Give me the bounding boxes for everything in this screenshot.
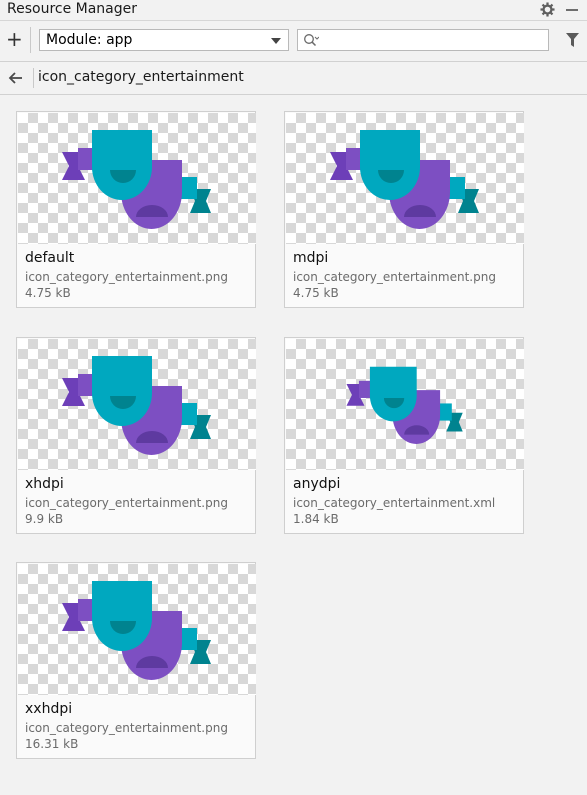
resource-preview [18, 113, 256, 244]
density-label: default [25, 250, 75, 266]
resource-card-default[interactable]: default icon_category_entertainment.png … [16, 111, 256, 308]
resource-card-mdpi[interactable]: mdpi icon_category_entertainment.png 4.7… [284, 111, 524, 308]
resource-title: icon_category_entertainment [38, 69, 244, 85]
theater-masks-icon [62, 356, 211, 455]
theater-masks-icon [62, 581, 211, 680]
resource-preview [18, 564, 256, 695]
file-name: icon_category_entertainment.png [25, 721, 228, 735]
density-label: xxhdpi [25, 701, 73, 717]
file-size: 9.9 kB [25, 512, 64, 526]
window-title: Resource Manager [7, 1, 138, 17]
theater-masks-icon [346, 366, 463, 444]
theater-masks-icon [330, 130, 479, 229]
resource-preview [286, 113, 524, 244]
file-size: 4.75 kB [293, 286, 339, 300]
search-box[interactable] [297, 29, 549, 51]
chevron-down-icon [271, 38, 281, 44]
file-size: 4.75 kB [25, 286, 71, 300]
density-label: xhdpi [25, 476, 64, 492]
file-name: icon_category_entertainment.xml [293, 496, 496, 510]
resource-preview [18, 339, 256, 470]
resource-preview [286, 339, 524, 470]
file-size: 16.31 kB [25, 737, 79, 751]
search-input[interactable] [322, 31, 542, 49]
title-bar: Resource Manager [0, 0, 587, 21]
search-icon [304, 34, 319, 47]
resource-card-xhdpi[interactable]: xhdpi icon_category_entertainment.png 9.… [16, 337, 256, 534]
density-label: anydpi [293, 476, 341, 492]
navigation-bar: icon_category_entertainment [0, 62, 587, 95]
density-label: mdpi [293, 250, 329, 266]
gear-icon[interactable] [540, 2, 555, 17]
toolbar-divider [30, 27, 31, 53]
back-arrow-icon[interactable] [8, 70, 24, 86]
resource-card-xxhdpi[interactable]: xxhdpi icon_category_entertainment.png 1… [16, 562, 256, 759]
resource-card-anydpi[interactable]: anydpi icon_category_entertainment.xml 1… [284, 337, 524, 534]
file-size: 1.84 kB [293, 512, 339, 526]
nav-divider [33, 68, 34, 88]
file-name: icon_category_entertainment.png [25, 270, 228, 284]
module-select[interactable]: Module: app [39, 29, 289, 51]
toolbar: + Module: app [0, 21, 587, 62]
minimize-icon[interactable] [566, 9, 578, 11]
add-resource-button[interactable]: + [6, 29, 23, 49]
file-name: icon_category_entertainment.png [293, 270, 496, 284]
module-select-value: Module: app [46, 32, 133, 48]
file-name: icon_category_entertainment.png [25, 496, 228, 510]
theater-masks-icon [62, 130, 211, 229]
filter-icon[interactable] [566, 33, 579, 47]
